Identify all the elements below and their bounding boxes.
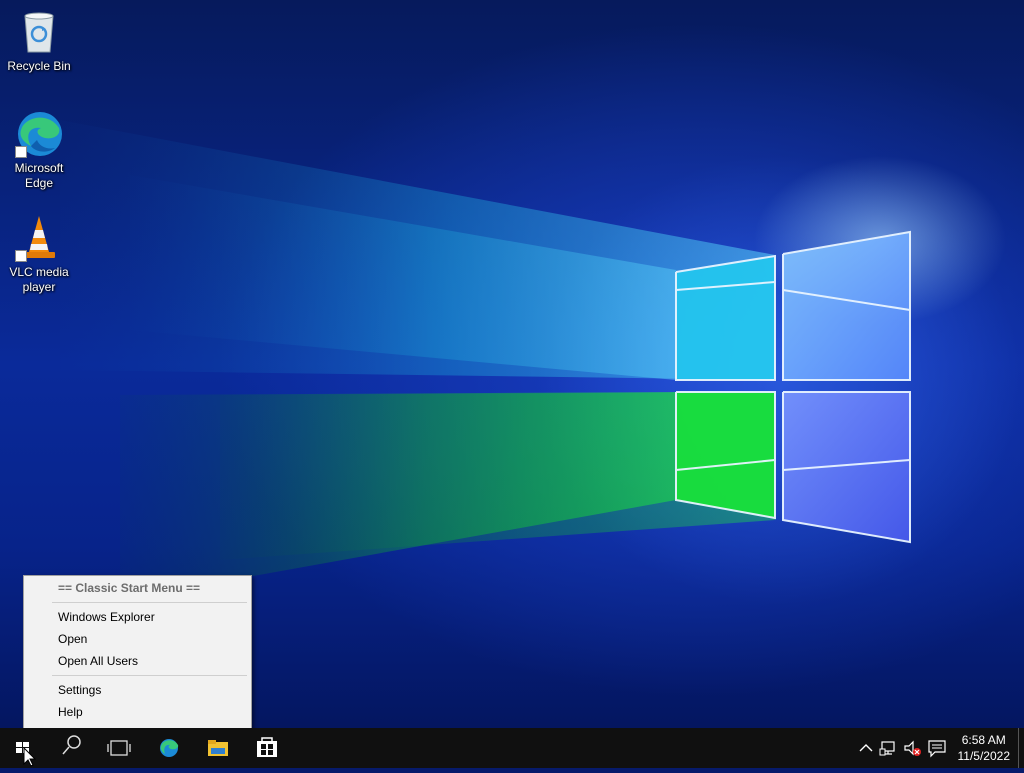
notification-icon[interactable] [927, 738, 947, 758]
desktop-icon-label: Recycle Bin [7, 59, 71, 73]
menu-separator [52, 602, 247, 603]
menu-item-label: Open [58, 632, 88, 646]
menu-item-label: Open All Users [58, 654, 139, 668]
taskbar-file-explorer-button[interactable] [195, 728, 241, 768]
network-icon[interactable] [879, 738, 899, 758]
menu-item-open[interactable]: Open [24, 628, 249, 650]
classic-start-context-menu: == Classic Start Menu == Windows Explore… [23, 575, 252, 747]
desktop-icon-vlc-media-player[interactable]: VLC media player [2, 214, 76, 295]
task-view-button[interactable] [96, 728, 142, 768]
desktop-icon-microsoft-edge[interactable]: Microsoft Edge [2, 110, 76, 191]
task-view-icon [107, 740, 131, 756]
file-explorer-icon [208, 740, 228, 756]
chevron-up-icon[interactable] [856, 738, 876, 758]
desktop-icon-label: Microsoft Edge [14, 161, 64, 190]
menu-item-label: Settings [58, 683, 102, 697]
menu-item-label: Windows Explorer [58, 610, 155, 624]
shortcut-arrow-icon [15, 250, 27, 262]
menu-item-windows-explorer[interactable]: Windows Explorer [24, 606, 249, 628]
menu-item-help[interactable]: Help [24, 701, 249, 723]
search-icon [62, 735, 81, 755]
taskbar-edge-button[interactable] [146, 728, 192, 768]
menu-item-open-all-users[interactable]: Open All Users [24, 650, 249, 672]
vlc-cone-icon [15, 214, 63, 262]
volume-muted-icon[interactable] [903, 738, 923, 758]
taskbar-store-button[interactable] [244, 728, 290, 768]
shortcut-arrow-icon [15, 146, 27, 158]
edge-icon [160, 739, 179, 757]
show-desktop-button[interactable] [1018, 728, 1024, 768]
menu-separator [52, 675, 247, 676]
edge-icon [15, 110, 63, 158]
menu-header: == Classic Start Menu == [58, 581, 201, 595]
store-icon [257, 737, 277, 757]
menu-item-label: Help [58, 705, 83, 719]
start-button[interactable] [0, 728, 46, 768]
windows-start-icon [16, 742, 37, 767]
tray-clock[interactable]: 6:58 AM 11/5/2022 [958, 732, 1011, 764]
desktop-icon-label: VLC media player [9, 265, 69, 294]
search-button[interactable] [48, 728, 94, 768]
tray-time: 6:58 AM [961, 733, 1006, 747]
menu-item-settings[interactable]: Settings [24, 679, 249, 701]
recycle-bin-icon [15, 8, 63, 56]
desktop-icon-recycle-bin[interactable]: Recycle Bin [2, 8, 76, 74]
tray-date: 11/5/2022 [957, 749, 1011, 763]
taskbar: 6:58 AM 11/5/2022 [0, 728, 1024, 768]
